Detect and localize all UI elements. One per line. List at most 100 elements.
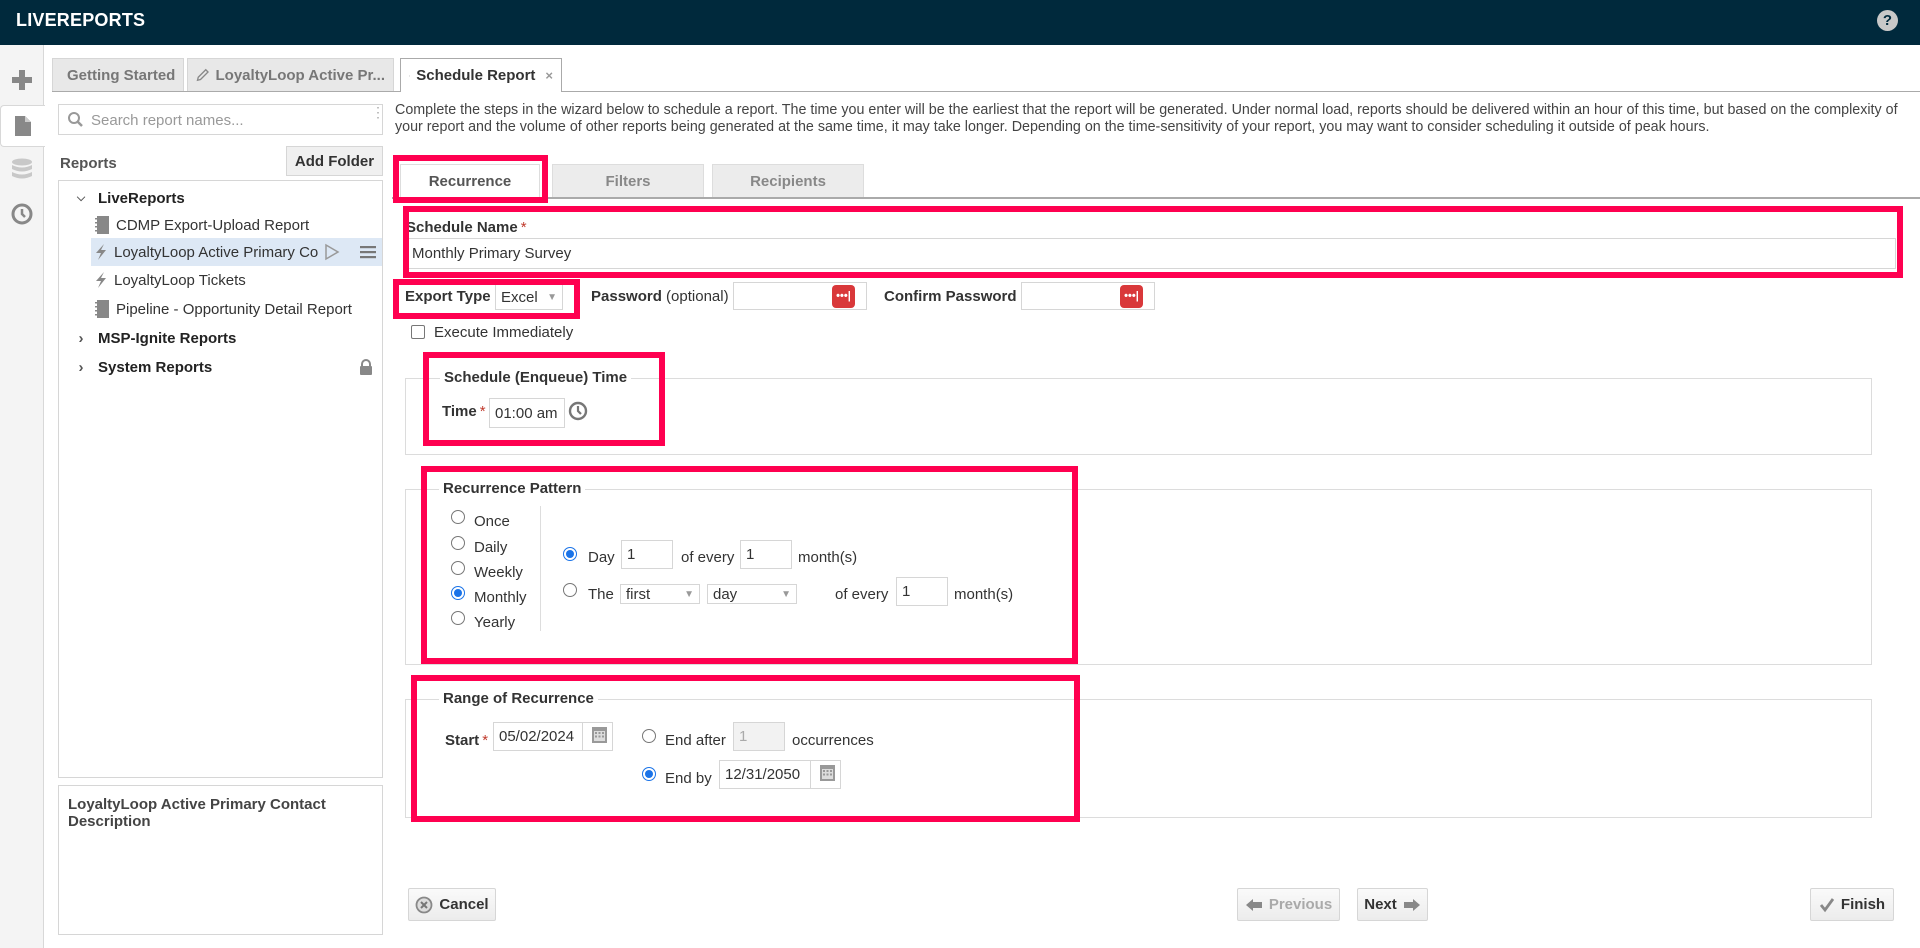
ordinal-select[interactable]: first ▼ xyxy=(620,584,700,604)
dropdown-arrow-icon: ▼ xyxy=(684,588,694,600)
recurrence-pattern-legend: Recurrence Pattern xyxy=(439,480,586,497)
monthly-the-label: The xyxy=(588,586,614,603)
range-legend: Range of Recurrence xyxy=(439,690,598,707)
menu-icon[interactable] xyxy=(359,244,377,260)
tab-label: Schedule Report xyxy=(416,67,536,84)
tree-item[interactable]: Pipeline - Opportunity Detail Report xyxy=(59,295,382,323)
calendar-icon[interactable] xyxy=(591,726,608,744)
chevron-down-icon[interactable]: ⌵ xyxy=(74,192,88,205)
tab-getting-started[interactable]: Getting Started xyxy=(52,58,184,91)
occurrences-input[interactable] xyxy=(733,722,785,751)
cancel-button[interactable]: Cancel xyxy=(408,888,496,921)
recurrence-pattern-fieldset xyxy=(405,489,1872,665)
clock-picker-icon[interactable] xyxy=(568,401,588,421)
arrow-right-icon xyxy=(1403,898,1420,911)
time-input[interactable]: 01:00 am xyxy=(489,398,565,428)
start-label: Start * xyxy=(445,732,489,749)
tree-label: System Reports xyxy=(98,358,213,376)
monthly-day-input[interactable] xyxy=(621,540,673,569)
radio-weekly[interactable] xyxy=(451,561,465,575)
close-tab-icon[interactable]: × xyxy=(545,68,553,83)
run-report-icon[interactable] xyxy=(323,243,341,261)
help-icon[interactable]: ? xyxy=(1877,10,1898,31)
data-nav-button[interactable] xyxy=(0,149,44,191)
lock-icon xyxy=(360,359,372,375)
radio-monthly[interactable] xyxy=(451,586,465,600)
of-every-label: of every xyxy=(835,586,889,603)
radio-end-by[interactable] xyxy=(642,767,656,781)
search-input[interactable] xyxy=(89,109,359,131)
tree-item-selected[interactable]: LoyaltyLoop Active Primary Con xyxy=(91,238,382,266)
confirm-password-label: Confirm Password xyxy=(884,288,1017,305)
pattern-divider xyxy=(540,506,541,631)
add-button[interactable] xyxy=(0,59,44,101)
export-type-label: Export Type xyxy=(405,288,491,305)
schedule-name-input[interactable] xyxy=(406,238,1896,269)
tab-loyaltyloop-report[interactable]: LoyaltyLoop Active Pr... xyxy=(187,58,394,91)
next-button[interactable]: Next xyxy=(1357,888,1428,921)
tree-folder-system-reports[interactable]: › System Reports xyxy=(59,353,382,381)
chevron-right-icon[interactable]: › xyxy=(74,359,88,376)
pencil-icon xyxy=(196,68,209,82)
export-type-value: Excel xyxy=(501,288,538,306)
execute-immediately-label: Execute Immediately xyxy=(434,324,574,341)
tree-folder-msp-ignite[interactable]: › MSP-Ignite Reports xyxy=(59,324,382,352)
calendar-icon[interactable] xyxy=(819,764,836,782)
search-icon xyxy=(68,112,83,127)
end-date-input[interactable] xyxy=(719,760,811,789)
occurrences-label: occurrences xyxy=(792,732,874,749)
tab-recurrence[interactable]: Recurrence xyxy=(400,164,540,198)
tree-folder-livereports[interactable]: ⌵ LiveReports xyxy=(59,184,382,212)
monthly-the-interval-input[interactable] xyxy=(896,577,948,606)
end-after-label: End after xyxy=(665,732,726,749)
weekday-select[interactable]: day ▼ xyxy=(707,584,797,604)
confirm-password-generator-icon[interactable]: •••| xyxy=(1120,285,1143,308)
tab-label: Getting Started xyxy=(67,66,176,84)
report-search: ⋮ xyxy=(58,104,385,135)
tree-label: LiveReports xyxy=(98,189,185,207)
tree-label: MSP-Ignite Reports xyxy=(98,329,237,347)
schedules-nav-button[interactable] xyxy=(0,193,44,235)
tab-schedule-report[interactable]: Schedule Report × xyxy=(400,58,562,92)
monthly-interval-input[interactable] xyxy=(740,540,792,569)
ordinal-value: first xyxy=(626,585,651,603)
tab-recipients[interactable]: Recipients xyxy=(712,164,864,198)
execute-immediately-checkbox[interactable] xyxy=(411,325,425,339)
notebook-icon xyxy=(95,300,109,318)
reports-nav-button[interactable] xyxy=(0,105,45,147)
tab-label: LoyaltyLoop Active Pr... xyxy=(215,66,385,84)
clock-icon xyxy=(409,74,411,77)
checkmark-icon xyxy=(1819,897,1835,912)
radio-monthly-the[interactable] xyxy=(563,583,577,597)
add-folder-button[interactable]: Add Folder xyxy=(286,146,383,176)
start-date-input[interactable] xyxy=(493,722,583,751)
password-generator-icon[interactable]: •••| xyxy=(832,285,855,308)
app-title: LIVEREPORTS xyxy=(16,10,146,30)
tree-item[interactable]: LoyaltyLoop Tickets xyxy=(59,266,382,294)
radio-end-after[interactable] xyxy=(642,729,656,743)
chevron-right-icon[interactable]: › xyxy=(74,330,88,347)
radio-once[interactable] xyxy=(451,510,465,524)
export-type-select[interactable]: Excel ▼ xyxy=(495,284,563,310)
finish-button[interactable]: Finish xyxy=(1810,888,1894,921)
report-tree: ⌵ LiveReports CDMP Export-Upload Report … xyxy=(58,180,383,778)
tab-label: Filters xyxy=(605,173,651,190)
description-title: LoyaltyLoop Active Primary Contact Descr… xyxy=(68,796,326,830)
search-options-icon[interactable]: ⋮ xyxy=(371,105,385,119)
plus-icon xyxy=(12,70,32,90)
icon-bar xyxy=(0,45,45,948)
radio-monthly-day[interactable] xyxy=(563,547,577,561)
button-label: Previous xyxy=(1268,896,1333,913)
button-label: Finish xyxy=(1840,896,1886,913)
tree-item[interactable]: CDMP Export-Upload Report xyxy=(59,211,382,239)
password-label: Password (optional) xyxy=(591,288,729,305)
range-fieldset xyxy=(405,699,1872,818)
radio-yearly[interactable] xyxy=(451,611,465,625)
tab-filters[interactable]: Filters xyxy=(552,164,704,198)
wizard-instructions: Complete the steps in the wizard below t… xyxy=(395,102,1898,135)
doc-tabs-divider xyxy=(52,91,1920,92)
radio-daily[interactable] xyxy=(451,536,465,550)
previous-button[interactable]: Previous xyxy=(1237,888,1340,921)
notebook-icon xyxy=(95,216,109,234)
lightning-icon xyxy=(96,272,106,288)
